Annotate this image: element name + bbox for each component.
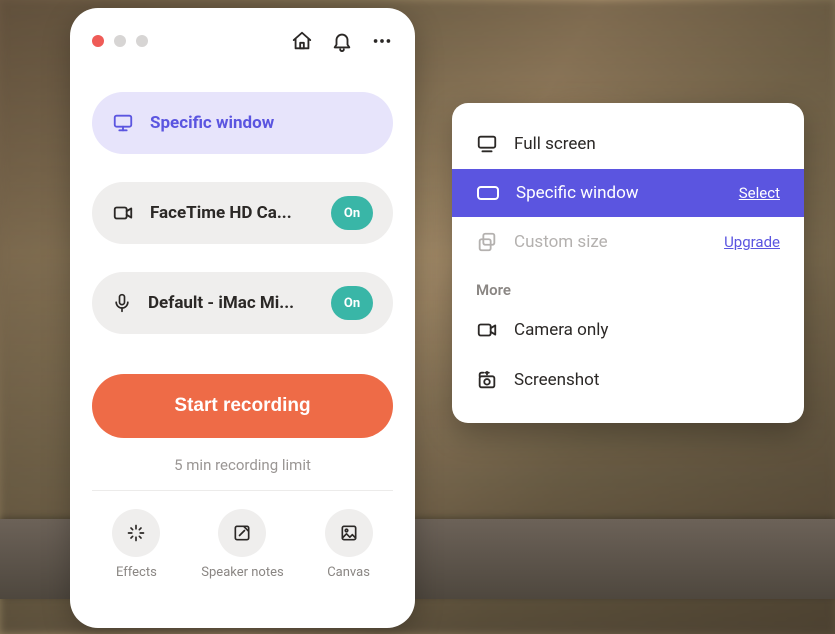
screen-source-label: Specific window (150, 113, 373, 133)
custom-size-icon (476, 231, 498, 253)
camera-icon (476, 319, 498, 341)
upgrade-link[interactable]: Upgrade (724, 233, 780, 251)
tools-row: Effects Speaker notes Canvas (92, 509, 393, 580)
effects-label: Effects (116, 565, 157, 580)
more-icon (371, 30, 393, 52)
window-controls (92, 35, 148, 47)
speaker-notes-label: Speaker notes (201, 565, 283, 580)
select-link[interactable]: Select (739, 184, 780, 202)
window-icon (476, 183, 500, 203)
bell-icon (331, 30, 353, 52)
notifications-button[interactable] (331, 30, 353, 52)
mic-source-label: Default - iMac Mi... (148, 293, 315, 313)
minimize-dot[interactable] (114, 35, 126, 47)
menu-item-label: Specific window (516, 183, 723, 203)
menu-item-full-screen[interactable]: Full screen (452, 119, 804, 169)
start-recording-button[interactable]: Start recording (92, 374, 393, 438)
titlebar (92, 26, 393, 56)
canvas-label: Canvas (327, 565, 370, 580)
screen-source-menu: Full screen Specific window Select Custo… (452, 103, 804, 423)
camera-status-badge: On (331, 196, 373, 230)
speaker-notes-tool[interactable]: Speaker notes (201, 509, 283, 580)
screenshot-icon (476, 369, 498, 391)
camera-icon (112, 202, 134, 224)
screen-source-pill[interactable]: Specific window (92, 92, 393, 154)
effects-tool[interactable]: Effects (112, 509, 160, 580)
camera-source-label: FaceTime HD Ca... (150, 203, 315, 223)
menu-item-label: Full screen (514, 134, 780, 154)
sparkle-icon (126, 523, 146, 543)
microphone-icon (112, 292, 132, 314)
divider (92, 490, 393, 491)
zoom-dot[interactable] (136, 35, 148, 47)
menu-item-specific-window[interactable]: Specific window Select (452, 169, 804, 217)
menu-item-label: Custom size (514, 232, 708, 252)
monitor-icon (112, 112, 134, 134)
menu-item-label: Camera only (514, 320, 780, 340)
camera-source-pill[interactable]: FaceTime HD Ca... On (92, 182, 393, 244)
mic-source-pill[interactable]: Default - iMac Mi... On (92, 272, 393, 334)
menu-item-label: Screenshot (514, 370, 780, 390)
monitor-icon (476, 133, 498, 155)
recording-limit-text: 5 min recording limit (92, 456, 393, 474)
home-icon (291, 30, 313, 52)
menu-item-custom-size[interactable]: Custom size Upgrade (452, 217, 804, 267)
mic-status-badge: On (331, 286, 373, 320)
canvas-tool[interactable]: Canvas (325, 509, 373, 580)
menu-item-screenshot[interactable]: Screenshot (452, 355, 804, 405)
more-button[interactable] (371, 30, 393, 52)
recorder-panel: Specific window FaceTime HD Ca... On Def… (70, 8, 415, 628)
notes-icon (232, 523, 252, 543)
menu-item-camera-only[interactable]: Camera only (452, 305, 804, 355)
menu-section-header: More (452, 267, 804, 305)
home-button[interactable] (291, 30, 313, 52)
image-icon (339, 523, 359, 543)
close-dot[interactable] (92, 35, 104, 47)
